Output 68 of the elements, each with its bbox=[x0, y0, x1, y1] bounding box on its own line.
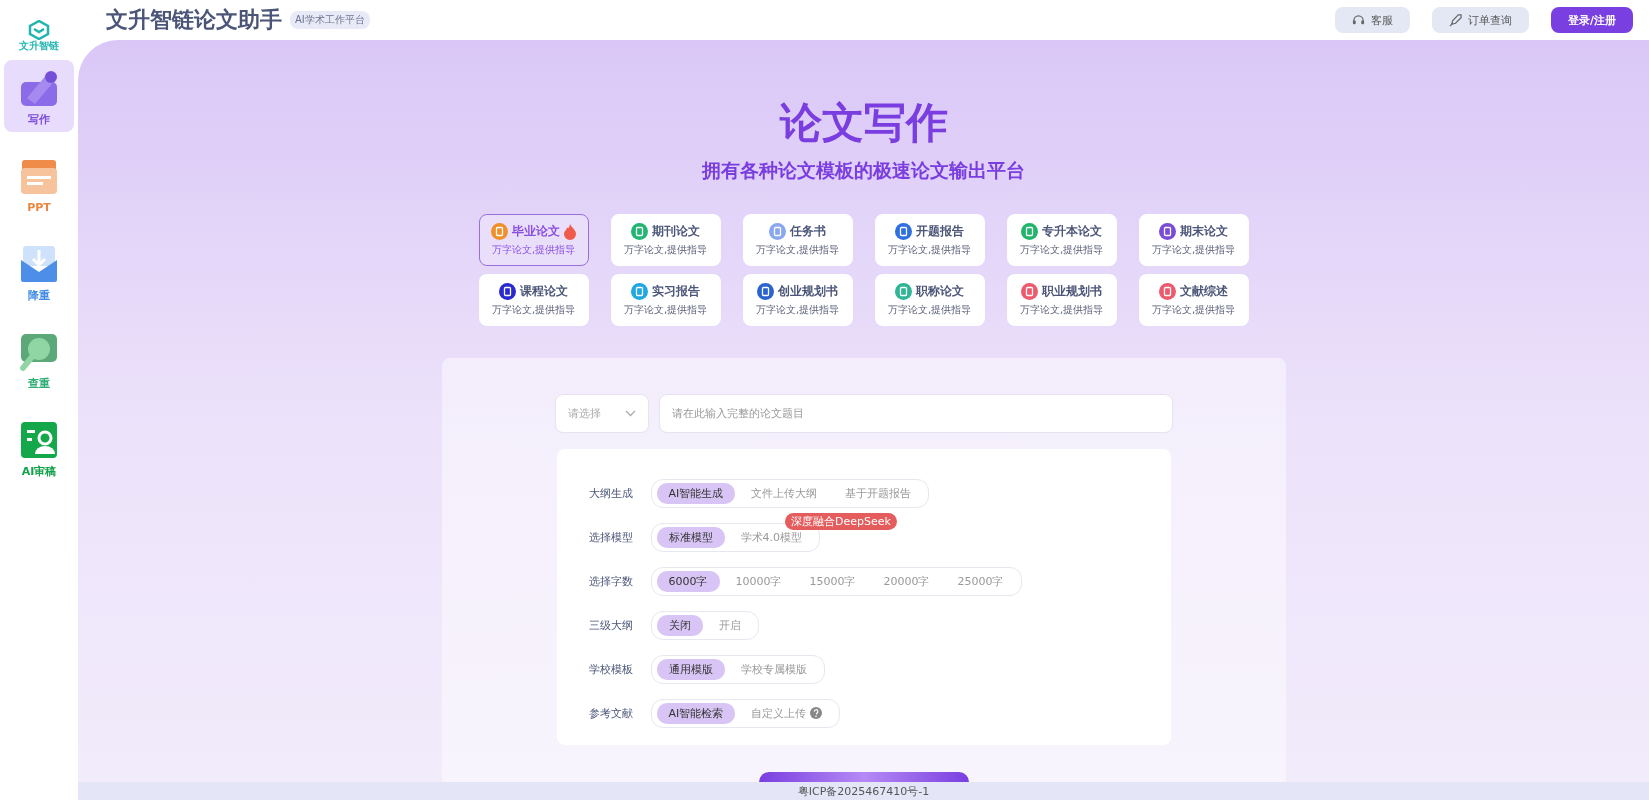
card-title: 期刊论文 bbox=[652, 223, 700, 241]
order-query-button[interactable]: 订单查询 bbox=[1431, 7, 1529, 33]
setting-label: 学校模板 bbox=[588, 661, 634, 677]
card-title: 创业规划书 bbox=[778, 283, 838, 301]
option-pill[interactable]: AI智能检索 bbox=[656, 702, 736, 724]
login-button[interactable]: 登录/注册 bbox=[1550, 7, 1633, 33]
service-button[interactable]: 客服 bbox=[1334, 7, 1410, 33]
app-title: 文升智链论文助手 bbox=[106, 6, 282, 34]
setting-label: 三级大纲 bbox=[588, 617, 634, 633]
card-title: 职业规划书 bbox=[1042, 283, 1102, 301]
card-description: 万字论文,提供指导 bbox=[755, 243, 840, 258]
option-pill[interactable]: AI智能生成 bbox=[656, 482, 736, 504]
option-pill[interactable]: 6000字 bbox=[656, 570, 720, 592]
person-document-icon bbox=[19, 419, 59, 460]
paper-type-card[interactable]: 开题报告 万字论文,提供指导 bbox=[874, 214, 985, 267]
card-title: 专升本论文 bbox=[1042, 223, 1102, 241]
paper-type-card[interactable]: 任务书 万字论文,提供指导 bbox=[742, 214, 853, 267]
option-pill[interactable]: 关闭 bbox=[656, 614, 703, 636]
paper-type-card[interactable]: 毕业论文 万字论文,提供指导 bbox=[478, 214, 589, 267]
paper-type-card[interactable]: 期刊论文 万字论文,提供指导 bbox=[610, 214, 721, 267]
setting-label: 选择字数 bbox=[588, 573, 634, 589]
headset-icon bbox=[1351, 13, 1365, 27]
magnifier-icon bbox=[19, 331, 59, 372]
page-subtitle: 拥有各种论文模板的极速论文输出平台 bbox=[702, 158, 1025, 184]
topic-input[interactable]: 请在此输入完整的论文题目 bbox=[658, 394, 1173, 434]
card-description: 万字论文,提供指导 bbox=[1019, 243, 1104, 258]
paper-type-card[interactable]: 实习报告 万字论文,提供指导 bbox=[610, 274, 721, 327]
card-description: 万字论文,提供指导 bbox=[1019, 303, 1104, 318]
paper-type-card[interactable]: 职称论文 万字论文,提供指导 bbox=[874, 274, 985, 327]
card-description: 万字论文,提供指导 bbox=[1151, 243, 1236, 258]
card-title: 任务书 bbox=[790, 223, 826, 241]
paper-type-card[interactable]: 职业规划书 万字论文,提供指导 bbox=[1006, 274, 1117, 327]
card-description: 万字论文,提供指导 bbox=[887, 303, 972, 318]
card-description: 万字论文,提供指导 bbox=[887, 243, 972, 258]
card-title: 期末论文 bbox=[1180, 223, 1228, 241]
setting-label: 大纲生成 bbox=[588, 485, 634, 501]
card-title: 职称论文 bbox=[916, 283, 964, 301]
card-description: 万字论文,提供指导 bbox=[623, 243, 708, 258]
card-title: 毕业论文 bbox=[512, 223, 560, 241]
card-description: 万字论文,提供指导 bbox=[1151, 303, 1236, 318]
logo-text: 文升智链 bbox=[19, 40, 59, 51]
card-description: 万字论文,提供指导 bbox=[755, 303, 840, 318]
paper-type-card[interactable]: 课程论文 万字论文,提供指导 bbox=[478, 274, 589, 327]
card-title: 课程论文 bbox=[520, 283, 568, 301]
card-title: 文献综述 bbox=[1180, 283, 1228, 301]
setting-label: 参考文献 bbox=[588, 705, 634, 721]
option-pill[interactable]: 标准模型 bbox=[656, 526, 725, 548]
platform-tag: AI学术工作平台 bbox=[290, 11, 370, 29]
card-description: 万字论文,提供指导 bbox=[491, 303, 576, 318]
paper-type-card[interactable]: 文献综述 万字论文,提供指导 bbox=[1138, 274, 1249, 327]
paper-type-card[interactable]: 专升本论文 万字论文,提供指导 bbox=[1006, 214, 1117, 267]
sidebar-item[interactable]: 写作 bbox=[4, 60, 74, 132]
card-title: 开题报告 bbox=[916, 223, 964, 241]
card-title: 实习报告 bbox=[652, 283, 700, 301]
page-title: 论文写作 bbox=[779, 98, 948, 149]
sidebar-item[interactable]: 降重 bbox=[4, 236, 74, 308]
setting-label: 选择模型 bbox=[588, 529, 634, 545]
option-pill[interactable]: 通用模版 bbox=[656, 658, 725, 680]
bottom-button[interactable] bbox=[758, 772, 969, 782]
paper-type-card[interactable]: 期末论文 万字论文,提供指导 bbox=[1138, 214, 1249, 267]
icp-text: 粤ICP备2025467410号-1 bbox=[797, 783, 930, 799]
card-description: 万字论文,提供指导 bbox=[491, 243, 576, 258]
chevron-down-icon bbox=[624, 410, 636, 418]
paper-type-card[interactable]: 创业规划书 万字论文,提供指导 bbox=[742, 274, 853, 327]
deepseek-badge: 深度融合DeepSeek bbox=[785, 512, 897, 530]
card-description: 万字论文,提供指导 bbox=[623, 303, 708, 318]
logo-icon bbox=[28, 20, 50, 40]
envelope-download-icon bbox=[19, 243, 59, 284]
